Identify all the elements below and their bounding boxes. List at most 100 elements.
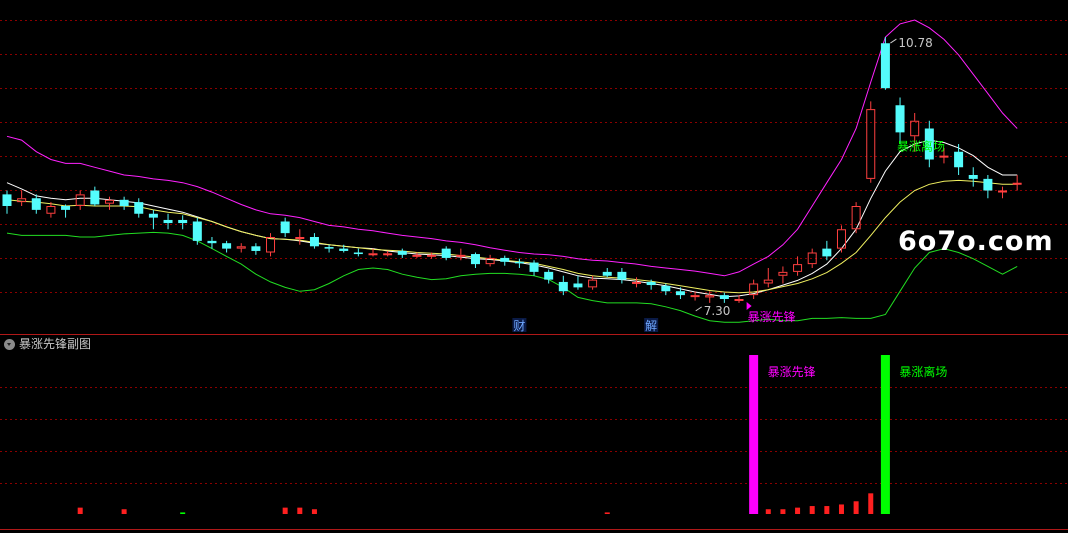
indicator-bar	[297, 507, 303, 514]
candle-body	[983, 178, 993, 191]
candle-body	[17, 198, 27, 203]
candle-body	[397, 250, 407, 255]
candle-body	[910, 120, 920, 137]
candle-body	[602, 271, 612, 276]
event-label: 财	[513, 319, 525, 333]
candle-body	[851, 206, 861, 230]
indicator-bar	[765, 509, 771, 514]
high-price-label: 10.78	[898, 36, 932, 50]
candle-body	[295, 237, 305, 239]
candle-body	[529, 262, 539, 272]
mid-line	[6, 139, 1018, 298]
candle-body	[280, 221, 290, 234]
signal-bar	[880, 355, 890, 514]
candle-body	[558, 281, 568, 292]
candle-body	[968, 175, 978, 179]
candle-body	[31, 198, 41, 210]
indicator-bar	[180, 512, 186, 514]
candle-body	[134, 202, 144, 214]
candle-body	[675, 291, 685, 296]
collapse-icon[interactable]	[4, 338, 15, 350]
candle-body	[339, 248, 349, 251]
candle-body	[690, 295, 700, 298]
subpanel-header[interactable]: 暴涨先锋副图	[4, 336, 91, 352]
indicator-bar	[809, 506, 815, 514]
candle-body	[895, 105, 905, 133]
candle-body	[617, 271, 627, 280]
subpanel-title: 暴涨先锋副图	[19, 337, 92, 351]
candle-body	[236, 246, 246, 249]
candle-body	[456, 254, 466, 257]
candle-body	[632, 281, 642, 284]
candle-body	[148, 213, 158, 218]
candle-body	[705, 295, 715, 298]
indicator-bar	[780, 509, 786, 514]
candle-body	[573, 283, 583, 288]
candle-body	[441, 248, 451, 258]
candle-body	[251, 246, 261, 251]
watermark: 6o7o.com	[898, 226, 1054, 257]
candle-body	[939, 155, 949, 158]
indicator-bar	[282, 507, 288, 514]
indicator-bar	[795, 507, 801, 514]
indicator-bar	[838, 504, 844, 514]
price-chart: 10.787.30 暴涨先锋暴涨离场财 解暴涨先锋 暴涨离场	[0, 19, 1068, 530]
candle-body	[163, 219, 173, 224]
candle-body	[822, 248, 832, 257]
candle-body	[763, 279, 773, 284]
subpanel-sell-label: 暴涨离场	[899, 364, 947, 379]
candle-body	[2, 194, 12, 206]
candle-body	[222, 243, 232, 249]
indicator-bar	[824, 506, 830, 514]
indicator-bar	[853, 501, 859, 514]
candle-body	[383, 253, 393, 256]
indicator-bar	[868, 493, 874, 514]
candle-body	[793, 264, 803, 272]
candle-body	[778, 271, 788, 276]
event-label: 解	[645, 319, 657, 333]
indicator-bar	[77, 507, 83, 514]
candle-body	[192, 221, 202, 241]
low-price-label: 7.30	[704, 304, 731, 318]
candle-body	[90, 190, 100, 205]
candle-body	[178, 219, 188, 224]
candle-body	[719, 295, 729, 299]
candle-body	[1012, 182, 1022, 185]
candle-body	[309, 237, 319, 247]
candle-body	[207, 240, 217, 244]
candle-body	[470, 254, 480, 265]
high-marker-arrow	[890, 38, 897, 44]
indicator-bar	[311, 509, 317, 514]
candle-body	[880, 43, 890, 89]
candle-body	[661, 285, 671, 292]
lower-band-line	[6, 231, 1018, 323]
subpanel-buy-label: 暴涨先锋	[768, 364, 816, 379]
candle-body	[368, 253, 378, 256]
candle-body	[412, 254, 422, 257]
candle-body	[104, 199, 114, 204]
candle-body	[646, 281, 656, 286]
candle-body	[544, 271, 554, 280]
indicator-bar	[604, 512, 610, 514]
indicator-bar	[121, 509, 127, 514]
candle-body	[119, 199, 129, 206]
candle-body	[75, 194, 85, 206]
candle-body	[324, 247, 334, 249]
signal-bar	[749, 355, 759, 514]
candle-body	[266, 237, 276, 253]
candle-body	[427, 254, 437, 257]
candle-body	[734, 299, 744, 301]
candle-body	[353, 252, 363, 255]
candle-body	[61, 206, 71, 210]
candle-body	[588, 279, 598, 288]
candle-body	[514, 261, 524, 264]
upper-band-line	[6, 19, 1018, 277]
candle-body	[866, 109, 876, 179]
candle-body	[998, 190, 1008, 193]
ma-line	[6, 179, 1018, 294]
chart-stage: 10.78 7.30 暴涨先锋 暴涨离场财解暴涨先锋 暴涨离场 暴涨先锋副图 6o7o.…	[0, 0, 1068, 533]
buy-signal-arrow	[746, 302, 752, 310]
low-marker-arrow	[695, 306, 702, 312]
sell-signal-label: 暴涨离场	[897, 138, 945, 153]
candle-body	[500, 257, 510, 262]
